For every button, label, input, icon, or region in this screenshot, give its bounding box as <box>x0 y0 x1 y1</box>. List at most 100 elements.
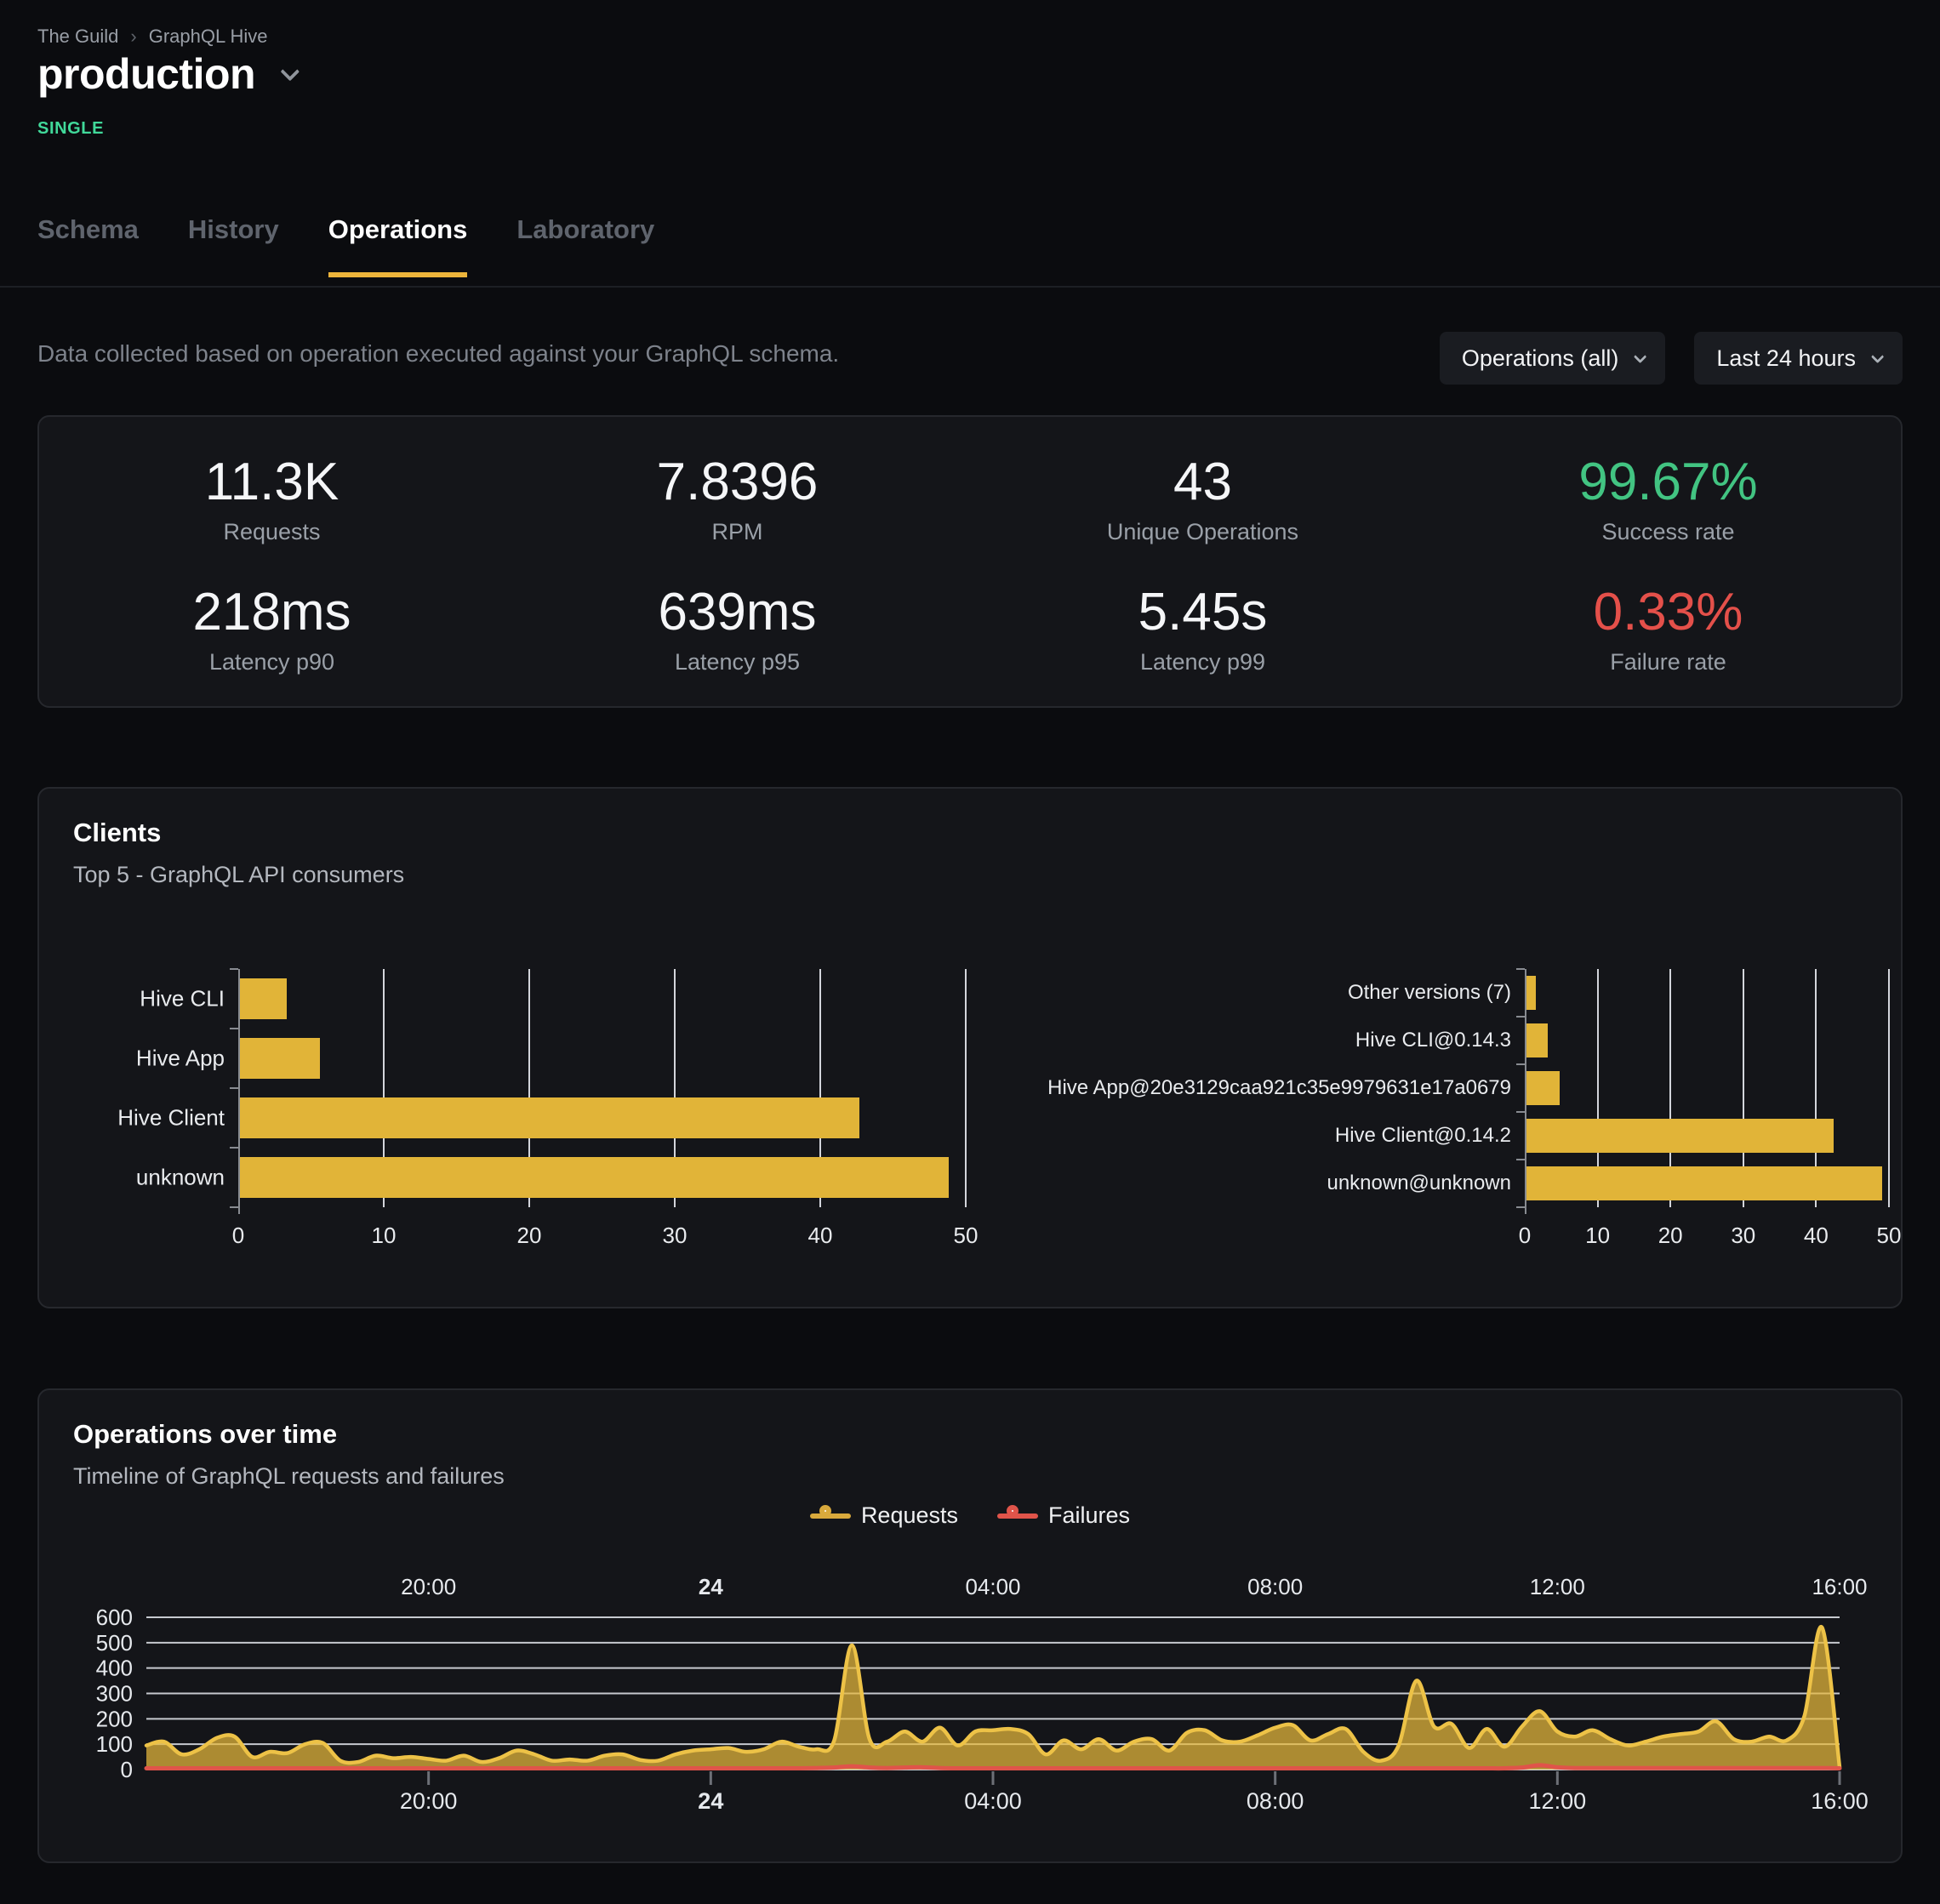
tab-bar: Schema History Operations Laboratory <box>37 214 654 277</box>
requests-area <box>146 1627 1840 1770</box>
x-tick-label-top: 08:00 <box>1247 1574 1303 1599</box>
x-tick-label: 50 <box>1877 1223 1902 1249</box>
axis-tick <box>230 1028 238 1029</box>
bar-row-hive-app-20e3129caa921c35e9979631e17a0679: Hive App@20e3129caa921c35e9979631e17a067… <box>1525 1064 1889 1112</box>
y-tick-label: 400 <box>96 1656 133 1681</box>
stat-value: 43 <box>1173 453 1232 512</box>
stats-grid: 11.3K Requests 7.8396RPM 43 Unique Operation… <box>39 417 1901 706</box>
target-mode-badge: SINGLE <box>37 119 104 139</box>
operations-over-time-panel: Operations over time Timeline of GraphQL… <box>37 1388 1903 1863</box>
breadcrumb-org-link[interactable]: The Guild <box>37 26 118 48</box>
bar-row-hive-client-0-14-2: Hive Client@0.14.2 <box>1525 1112 1889 1160</box>
stat-value: 7.8396 <box>657 453 819 512</box>
stat-value: 5.45s <box>1138 583 1268 642</box>
stat-latency-p90: 218msLatency p90 <box>39 564 505 694</box>
bar-other-versions-7 <box>1526 976 1536 1010</box>
bar-row-other-versions-7: Other versions (7) <box>1525 969 1889 1017</box>
legend-item-failures[interactable]: Failures <box>997 1502 1130 1529</box>
stat-label: Success rate <box>1601 519 1734 545</box>
bar-rows: Hive CLIHive AppHive Clientunknown <box>238 969 966 1207</box>
bar-label: Hive CLI <box>140 986 238 1012</box>
legend-label: Failures <box>1048 1502 1130 1529</box>
breadcrumb-project-link[interactable]: GraphQL Hive <box>149 26 268 48</box>
x-tick-label: 0 <box>1519 1223 1531 1249</box>
axis-tick <box>230 1206 238 1208</box>
x-tick-label-bottom: 16:00 <box>1811 1788 1869 1814</box>
bar-unknown <box>240 1157 949 1198</box>
x-tick-label-bottom: 20:00 <box>400 1788 458 1814</box>
stat-label: Unique Operations <box>1107 519 1298 545</box>
stat-label: Latency p99 <box>1140 649 1265 676</box>
tab-operations[interactable]: Operations <box>328 214 468 277</box>
bar-row-unknown-unknown: unknown@unknown <box>1525 1160 1889 1207</box>
bar-label: Hive CLI@0.14.3 <box>1355 1029 1525 1052</box>
bar-hive-client <box>240 1097 859 1138</box>
axis-tick <box>1516 1016 1525 1018</box>
x-tick-label-bottom: 12:00 <box>1529 1788 1587 1814</box>
bar-row-hive-cli-0-14-3: Hive CLI@0.14.3 <box>1525 1017 1889 1064</box>
tabbar-divider <box>0 286 1940 288</box>
breadcrumb: The Guild › GraphQL Hive <box>37 26 268 48</box>
tab-history[interactable]: History <box>188 214 279 277</box>
stat-value: 218ms <box>192 583 351 642</box>
x-tick-label: 10 <box>372 1223 397 1249</box>
target-selector[interactable]: production <box>37 49 294 99</box>
axis-tick <box>1516 1111 1525 1113</box>
axis-tick <box>1516 1063 1525 1065</box>
x-tick-label: 0 <box>232 1223 244 1249</box>
stat-rpm: 7.8396RPM <box>505 434 970 564</box>
graphql-hive-operations-page: The Guild › GraphQL Hive production SING… <box>0 0 1940 1904</box>
bar-label: Other versions (7) <box>1348 981 1525 1005</box>
axis-tick <box>230 1087 238 1089</box>
x-tick-label: 20 <box>517 1223 542 1249</box>
tab-schema[interactable]: Schema <box>37 214 139 277</box>
operations-panel-title: Operations over time <box>73 1419 337 1450</box>
stat-value: 0.33% <box>1594 583 1743 642</box>
bar-hive-cli-0-14-3 <box>1526 1023 1548 1057</box>
x-tick-label-top: 12:00 <box>1530 1574 1585 1599</box>
bar-rows: Other versions (7)Hive CLI@0.14.3Hive Ap… <box>1525 969 1889 1207</box>
axis-tick <box>1516 1159 1525 1160</box>
x-tick-label: 40 <box>808 1223 833 1249</box>
axis-tick <box>230 1147 238 1149</box>
legend-item-requests[interactable]: Requests <box>810 1502 958 1529</box>
period-filter-dropdown[interactable]: Last 24 hours <box>1694 332 1903 385</box>
stat-success-rate: 99.67% Success rate <box>1435 434 1901 564</box>
stat-value: 639ms <box>658 583 816 642</box>
tab-laboratory[interactable]: Laboratory <box>516 214 654 277</box>
chevron-down-icon <box>1871 350 1885 363</box>
operations-filter-dropdown[interactable]: Operations (all) <box>1440 332 1666 385</box>
filter-bar: Operations (all) Last 24 hours <box>1440 332 1903 385</box>
bar-hive-client-0-14-2 <box>1526 1119 1834 1153</box>
x-tick-label-top: 04:00 <box>965 1574 1020 1599</box>
stat-value: 11.3K <box>205 453 339 512</box>
y-tick-label: 100 <box>96 1731 133 1757</box>
bar-label: Hive Client@0.14.2 <box>1335 1124 1525 1148</box>
page-description: Data collected based on operation execut… <box>37 340 839 368</box>
stat-label: Requests <box>223 519 320 545</box>
stats-panel: 11.3K Requests 7.8396RPM 43 Unique Operation… <box>37 415 1903 708</box>
bar-label: unknown@unknown <box>1327 1171 1525 1195</box>
x-tick-label: 30 <box>1731 1223 1755 1249</box>
breadcrumb-chevron-icon: › <box>130 26 136 48</box>
x-tick-label-top: 16:00 <box>1812 1574 1867 1599</box>
chevron-down-icon <box>281 62 300 82</box>
stat-latency-p95: 639msLatency p95 <box>505 564 970 694</box>
stat-value: 99.67% <box>1578 453 1757 512</box>
y-tick-label: 0 <box>121 1757 133 1782</box>
x-tick-label-bottom: 24 <box>698 1788 723 1814</box>
bar-label: Hive App <box>136 1046 238 1072</box>
legend-marker-icon <box>810 1503 851 1529</box>
bar-row-hive-cli: Hive CLI <box>238 969 966 1029</box>
y-tick-label: 500 <box>96 1630 133 1656</box>
x-tick-label: 20 <box>1658 1223 1683 1249</box>
clients-by-name-chart: Hive CLIHive AppHive Clientunknown010203… <box>238 969 966 1258</box>
bar-row-hive-app: Hive App <box>238 1029 966 1088</box>
stat-unique-operations: 43 Unique Operations <box>970 434 1435 564</box>
stat-requests: 11.3K Requests <box>39 434 505 564</box>
stat-latency-p99: 5.45s Latency p99 <box>970 564 1435 694</box>
stat-failure-rate: 0.33%Failure rate <box>1435 564 1901 694</box>
bar-label: unknown <box>136 1165 238 1191</box>
bar-unknown-unknown <box>1526 1166 1882 1200</box>
x-tick-label-bottom: 04:00 <box>964 1788 1022 1814</box>
